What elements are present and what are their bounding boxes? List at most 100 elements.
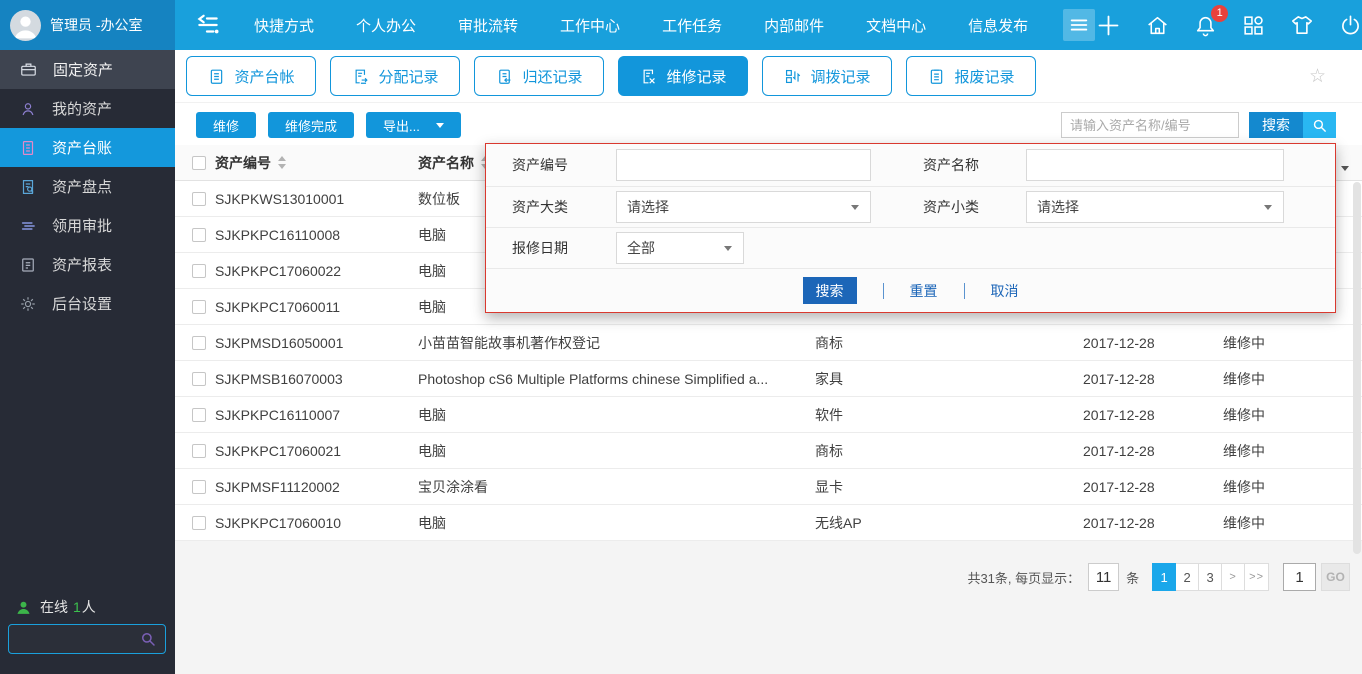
- select-value: 请选择: [627, 199, 669, 215]
- quick-search-button[interactable]: 搜索: [1249, 112, 1336, 138]
- major-category-select[interactable]: 请选择: [616, 191, 871, 223]
- collapse-menu-icon[interactable]: [195, 12, 221, 38]
- nav-item-shortcuts[interactable]: 快捷方式: [233, 0, 335, 50]
- filter-asset-no-input[interactable]: [616, 149, 871, 181]
- cell-asset-no: SJKPKPC17060022: [215, 262, 342, 279]
- favorite-star-icon[interactable]: ☆: [1309, 65, 1326, 88]
- minor-category-select[interactable]: 请选择: [1026, 191, 1284, 223]
- column-settings-dropdown[interactable]: [1341, 158, 1349, 176]
- hamburger-menu-icon[interactable]: [1063, 9, 1096, 41]
- cell-date: 2017-12-28: [1083, 442, 1155, 459]
- tab-allocation-records[interactable]: 分配记录: [330, 56, 460, 96]
- sidebar-item-my-assets[interactable]: 我的资产: [0, 89, 175, 128]
- filter-cancel-link[interactable]: 取消: [991, 281, 1019, 301]
- row-checkbox[interactable]: [192, 443, 206, 458]
- column-label: 资产编号: [215, 154, 271, 171]
- nav-item-work-tasks[interactable]: 工作任务: [641, 0, 743, 50]
- tab-repair-records[interactable]: 维修记录: [618, 56, 748, 96]
- row-checkbox[interactable]: [192, 191, 206, 206]
- sidebar-item-backend-settings[interactable]: 后台设置: [0, 284, 175, 323]
- sort-icon[interactable]: [278, 156, 286, 169]
- document-return-icon: [499, 69, 511, 84]
- sidebar-item-asset-ledger[interactable]: 资产台账: [0, 128, 175, 167]
- filter-asset-name-input[interactable]: [1026, 149, 1284, 181]
- quick-search-input[interactable]: [1061, 112, 1239, 138]
- row-checkbox[interactable]: [192, 407, 206, 422]
- nav-item-info-publish[interactable]: 信息发布: [947, 0, 1049, 50]
- row-checkbox[interactable]: [192, 263, 206, 278]
- cell-date: 2017-12-28: [1083, 406, 1155, 423]
- last-page-button[interactable]: >>: [1244, 563, 1269, 591]
- row-checkbox[interactable]: [192, 335, 206, 350]
- divider: [882, 282, 884, 299]
- page-button-1[interactable]: 1: [1152, 563, 1177, 591]
- sidebar-item-asset-inventory[interactable]: 资产盘点: [0, 167, 175, 206]
- nav-item-approval-flow[interactable]: 审批流转: [437, 0, 539, 50]
- tab-scrap-records[interactable]: 报废记录: [906, 56, 1036, 96]
- sidebar-item-requisition-approval[interactable]: 领用审批: [0, 206, 175, 245]
- notifications-bell-icon[interactable]: 1: [1193, 4, 1229, 38]
- tab-return-records[interactable]: 归还记录: [474, 56, 604, 96]
- table-row[interactable]: SJKPMSB16070003 Photoshop cS6 Multiple P…: [175, 361, 1362, 397]
- repair-date-select[interactable]: 全部: [616, 232, 744, 264]
- search-icon[interactable]: [139, 630, 157, 648]
- power-icon[interactable]: [1338, 13, 1362, 38]
- tab-transfer-records[interactable]: 调拨记录: [762, 56, 892, 96]
- row-checkbox[interactable]: [192, 371, 206, 386]
- nav-item-document-center[interactable]: 文档中心: [845, 0, 947, 50]
- tab-label: 归还记录: [522, 68, 583, 86]
- gear-icon: [21, 296, 35, 311]
- export-button[interactable]: 导出...: [366, 112, 461, 138]
- vertical-scrollbar[interactable]: [1353, 182, 1361, 602]
- cell-asset-no: SJKPKPC17060010: [215, 514, 342, 531]
- chevron-down-icon: [435, 122, 444, 128]
- pagination: 共31条, 每页显示： 条 1 2 3 > >> GO: [967, 563, 1350, 591]
- sidebar-item-asset-reports[interactable]: 资产报表: [0, 245, 175, 284]
- nav-item-work-center[interactable]: 工作中心: [539, 0, 641, 50]
- table-row[interactable]: SJKPMSD16050001 小苗苗智能故事机著作权登记 商标 2017-12…: [175, 325, 1362, 361]
- goto-page-input[interactable]: [1283, 563, 1316, 591]
- person-icon: [14, 15, 37, 38]
- add-icon[interactable]: [1095, 12, 1122, 39]
- sidebar-section-label: 固定资产: [53, 62, 114, 79]
- repair-done-button[interactable]: 维修完成: [268, 112, 355, 138]
- online-unit: 人: [81, 599, 96, 615]
- column-header-asset-no[interactable]: 资产编号: [215, 153, 418, 173]
- sidebar-search-input[interactable]: [17, 631, 139, 647]
- home-icon[interactable]: [1145, 13, 1170, 38]
- table-row[interactable]: SJKPKPC17060010 电脑 无线AP 2017-12-28 维修中: [175, 505, 1362, 541]
- topbar: 管理员 -办公室 快捷方式 个人办公 审批流转 工作中心 工作任务 内部邮件 文…: [0, 0, 1362, 50]
- page-button-2[interactable]: 2: [1175, 563, 1200, 591]
- table-row[interactable]: SJKPMSF11120002 宝贝涂涂看 显卡 2017-12-28 维修中: [175, 469, 1362, 505]
- sidebar-search-box: [8, 624, 166, 654]
- filter-popup: 资产编号 资产名称 资产大类 请选择 资产小类 请选择 报修日期 全部 搜索 重…: [485, 143, 1336, 313]
- apps-grid-icon[interactable]: [1241, 13, 1266, 38]
- user-avatar[interactable]: [10, 9, 41, 41]
- scrollbar-thumb[interactable]: [1353, 182, 1361, 554]
- document-repair-icon: [644, 69, 656, 84]
- row-checkbox[interactable]: [192, 479, 206, 494]
- nav-item-internal-mail[interactable]: 内部邮件: [743, 0, 845, 50]
- nav-item-personal-office[interactable]: 个人办公: [335, 0, 437, 50]
- topbar-icons: 1: [1095, 4, 1362, 39]
- tab-asset-ledger[interactable]: 资产台帐: [186, 56, 316, 96]
- row-checkbox[interactable]: [192, 299, 206, 314]
- repair-button[interactable]: 维修: [196, 112, 257, 138]
- page-button-3[interactable]: 3: [1198, 563, 1223, 591]
- go-button[interactable]: GO: [1321, 563, 1350, 591]
- table-row[interactable]: SJKPKPC16110007 电脑 软件 2017-12-28 维修中: [175, 397, 1362, 433]
- next-page-button[interactable]: >: [1221, 563, 1246, 591]
- minor-category-label: 资产小类: [923, 199, 979, 215]
- table-row[interactable]: SJKPKPC17060021 电脑 商标 2017-12-28 维修中: [175, 433, 1362, 469]
- magnifier-icon: [1303, 112, 1336, 138]
- row-checkbox[interactable]: [192, 227, 206, 242]
- sidebar-section-fixed-assets[interactable]: 固定资产: [0, 50, 175, 89]
- cell-date: 2017-12-28: [1083, 334, 1155, 351]
- select-all-checkbox[interactable]: [192, 155, 206, 170]
- filter-search-button[interactable]: 搜索: [802, 277, 857, 304]
- row-checkbox[interactable]: [192, 515, 206, 530]
- page-size-input[interactable]: [1088, 563, 1120, 591]
- filter-reset-link[interactable]: 重置: [910, 281, 938, 301]
- theme-shirt-icon[interactable]: [1289, 12, 1315, 38]
- online-status: 在线 1 人: [15, 597, 96, 617]
